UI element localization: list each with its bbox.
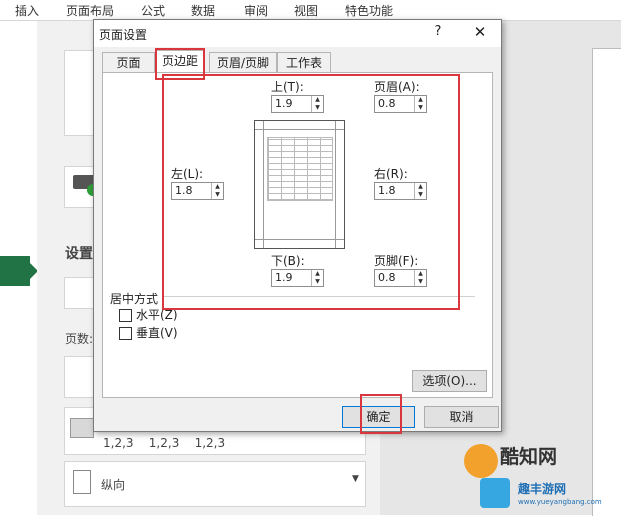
watermark-url: www.yueyangbang.com [518,498,602,506]
tab-sheet[interactable]: 工作表 [277,52,331,73]
vertical-checkbox-label[interactable]: 垂直(V) [136,324,178,341]
chevron-down-icon: ▼ [352,474,359,484]
collate-text: 1,2,3 1,2,3 1,2,3 [103,436,226,450]
vertical-checkbox[interactable] [119,327,132,340]
close-button[interactable]: ✕ [470,23,490,41]
ribbon-tab-bar: 插入 页面布局 公式 数据 审阅 视图 特色功能 [0,0,621,21]
highlight-ok-button [360,394,402,434]
portrait-icon [73,470,91,494]
page-setup-dialog: 页面设置 ? ✕ 页面 页边距 页眉/页脚 工作表 上(T): 1.9 ▲ ▼ 页… [93,19,502,434]
highlight-margin-fields [162,74,460,310]
tab-page[interactable]: 页面 [102,52,155,73]
ribbon-tab-page-layout[interactable]: 页面布局 [66,2,114,19]
dialog-title: 页面设置 [99,28,148,42]
watermark: 酷知网 趣丰游网 www.yueyangbang.com [462,440,621,515]
cancel-button[interactable]: 取消 [424,406,499,428]
center-on-page-title: 居中方式 [110,290,163,307]
ribbon-tab-review[interactable]: 审阅 [244,2,268,19]
settings-heading: 设置 [65,246,93,262]
horizontal-checkbox[interactable] [119,309,132,322]
ribbon-tab-formulas[interactable]: 公式 [141,2,165,19]
tab-header-footer[interactable]: 页眉/页脚 [209,52,277,73]
help-button[interactable]: ? [430,24,446,39]
watermark-logo-secondary-icon [480,478,510,508]
options-button[interactable]: 选项(O)... [412,370,487,392]
ribbon-tab-view[interactable]: 视图 [294,2,318,19]
pages-label: 页数: [65,332,94,346]
ribbon-tab-insert[interactable]: 插入 [15,2,39,19]
ribbon-tab-data[interactable]: 数据 [191,2,215,19]
watermark-main-text: 酷知网 [500,446,558,468]
dialog-title-bar[interactable]: 页面设置 ? ✕ [94,20,501,47]
orientation-label: 纵向 [101,478,126,492]
collate-icon [70,418,94,438]
watermark-logo-icon [464,444,498,478]
orientation-dropdown[interactable]: 纵向 ▼ [64,461,366,507]
backstage-nav-selected-print[interactable] [0,256,38,286]
ribbon-tab-special[interactable]: 特色功能 [345,2,393,19]
watermark-sub-text: 趣丰游网 [518,482,567,496]
